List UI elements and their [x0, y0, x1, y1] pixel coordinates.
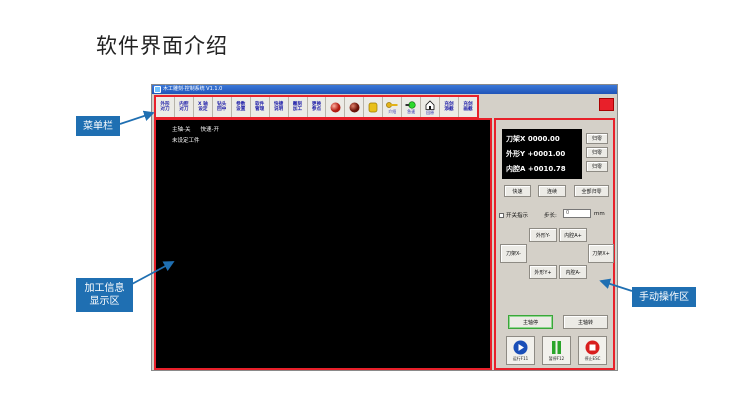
- app-window: 木工雕刻·控制系统 V1.1.0 外形 对刀 内腔 对刀 X 轴 设定 钻头 回…: [151, 84, 618, 371]
- tool-inner-tool-set[interactable]: 内腔 对刀: [175, 97, 194, 117]
- spindle-status: 主轴-关: [172, 127, 191, 133]
- tool-change-reference[interactable]: 更换 参点: [308, 97, 327, 117]
- slide-title: 软件界面介绍: [96, 34, 228, 58]
- continuous-button[interactable]: 连续: [538, 185, 566, 197]
- step-input[interactable]: 0: [563, 209, 591, 218]
- tool-engrave[interactable]: 雕刻 加工: [289, 97, 308, 117]
- switch-indicator-label: 开关指示: [506, 213, 529, 219]
- speed-status: 快速-开: [200, 127, 220, 133]
- menu-toolbar: 外形 对刀 内腔 对刀 X 轴 设定 钻头 回中 参数 设置 软件 管理 快捷 …: [154, 95, 479, 119]
- tool-dark-sphere[interactable]: [345, 97, 365, 117]
- coord-row-a: 内腔A +0010.78: [506, 162, 578, 177]
- callout-info-display: 加工信息 显示区: [76, 278, 133, 312]
- manual-control-panel: 刀架X 0000.00 外形Y +0001.00 内腔A +0010.78 归零…: [494, 118, 615, 370]
- app-icon: [154, 86, 161, 93]
- jog-x-minus-button[interactable]: 刀架X-: [500, 244, 527, 263]
- workpiece-status: 未设定工件: [172, 138, 200, 144]
- pause-icon: [552, 340, 561, 354]
- tool-x-axis-set[interactable]: X 轴 设定: [194, 97, 213, 117]
- tool-key-caption: 介绍: [388, 108, 397, 114]
- dark-red-sphere-icon: [349, 102, 360, 112]
- coord-x-label: 刀架X: [506, 135, 526, 143]
- step-unit: mm: [594, 211, 605, 217]
- jog-y-minus-button[interactable]: 外形Y-: [529, 228, 557, 242]
- green-led-icon: [405, 100, 416, 109]
- fast-button[interactable]: 快速: [504, 185, 531, 197]
- coord-x-value: 0000.00: [527, 135, 560, 143]
- coordinate-readout: 刀架X 0000.00 外形Y +0001.00 内腔A +0010.78: [502, 129, 582, 179]
- tool-drill-center[interactable]: 钻头 回中: [213, 97, 232, 117]
- tool-parameters[interactable]: 参数 设置: [232, 97, 251, 117]
- checkbox-box: [499, 212, 504, 218]
- callout-menu-bar: 菜单栏: [76, 116, 120, 136]
- spindle-stop-button[interactable]: 主轴停: [508, 315, 553, 329]
- tool-yellow-cylinder[interactable]: [364, 97, 384, 117]
- yellow-cylinder-icon: [368, 102, 378, 112]
- tool-led-caption: 急速: [407, 108, 416, 114]
- stop-button[interactable]: 停止ESC: [578, 336, 607, 365]
- all-zero-button[interactable]: 全部归零: [574, 185, 609, 197]
- coord-row-x: 刀架X 0000.00: [506, 132, 578, 147]
- callout-manual-area: 手动操作区: [632, 287, 696, 307]
- jog-y-plus-button[interactable]: 外形Y+: [529, 265, 557, 279]
- coord-a-value: +0010.78: [527, 165, 566, 173]
- tool-shortcut-help[interactable]: 快捷 说明: [270, 97, 289, 117]
- switch-indicator-checkbox[interactable]: 开关指示: [499, 211, 528, 219]
- golden-key-icon: [386, 101, 398, 108]
- arrow-menu-bar: [119, 110, 155, 125]
- coord-y-label: 外形Y: [506, 150, 526, 158]
- emergency-indicator[interactable]: [599, 98, 614, 111]
- tool-key[interactable]: 介绍: [383, 97, 403, 117]
- pause-button[interactable]: 暂停F12: [542, 336, 571, 365]
- play-icon: [513, 340, 528, 354]
- zero-y-button[interactable]: 归零: [586, 147, 608, 158]
- tool-red-sphere[interactable]: [326, 97, 346, 117]
- title-bar: 木工雕刻·控制系统 V1.1.0: [152, 85, 617, 94]
- tool-option-2[interactable]: 充剑 画截: [459, 97, 477, 117]
- stop-label: 停止ESC: [584, 355, 601, 361]
- coord-row-y: 外形Y +0001.00: [506, 147, 578, 162]
- step-label: 步长:: [544, 213, 557, 219]
- tool-home-caption: 回原: [426, 109, 435, 115]
- jog-x-plus-button[interactable]: 刀架X+: [588, 244, 614, 263]
- tool-option-1[interactable]: 充剑 添截: [440, 97, 459, 117]
- red-sphere-icon: [330, 102, 341, 112]
- tool-outer-tool-set[interactable]: 外形 对刀: [156, 97, 175, 117]
- house-icon: [425, 99, 435, 110]
- jog-a-plus-button[interactable]: 内腔A+: [559, 228, 587, 242]
- run-label: 运行F11: [512, 355, 529, 361]
- coord-a-label: 内腔A: [506, 165, 526, 173]
- zero-a-button[interactable]: 归零: [586, 161, 608, 172]
- window-title: 木工雕刻·控制系统 V1.1.0: [163, 86, 223, 92]
- info-display-area: 主轴-关 快速-开 未设定工件: [154, 118, 492, 370]
- run-button[interactable]: 运行F11: [506, 336, 535, 365]
- tool-led[interactable]: 急速: [402, 97, 422, 117]
- spindle-run-button[interactable]: 主轴转: [563, 315, 608, 329]
- stop-icon: [585, 340, 600, 354]
- tool-software-manage[interactable]: 软件 管理: [251, 97, 270, 117]
- jog-a-minus-button[interactable]: 内腔A-: [559, 265, 587, 279]
- pause-label: 暂停F12: [548, 355, 565, 361]
- coord-y-value: +0001.00: [527, 150, 566, 158]
- tool-home[interactable]: 回原: [421, 97, 441, 117]
- zero-x-button[interactable]: 归零: [586, 133, 608, 144]
